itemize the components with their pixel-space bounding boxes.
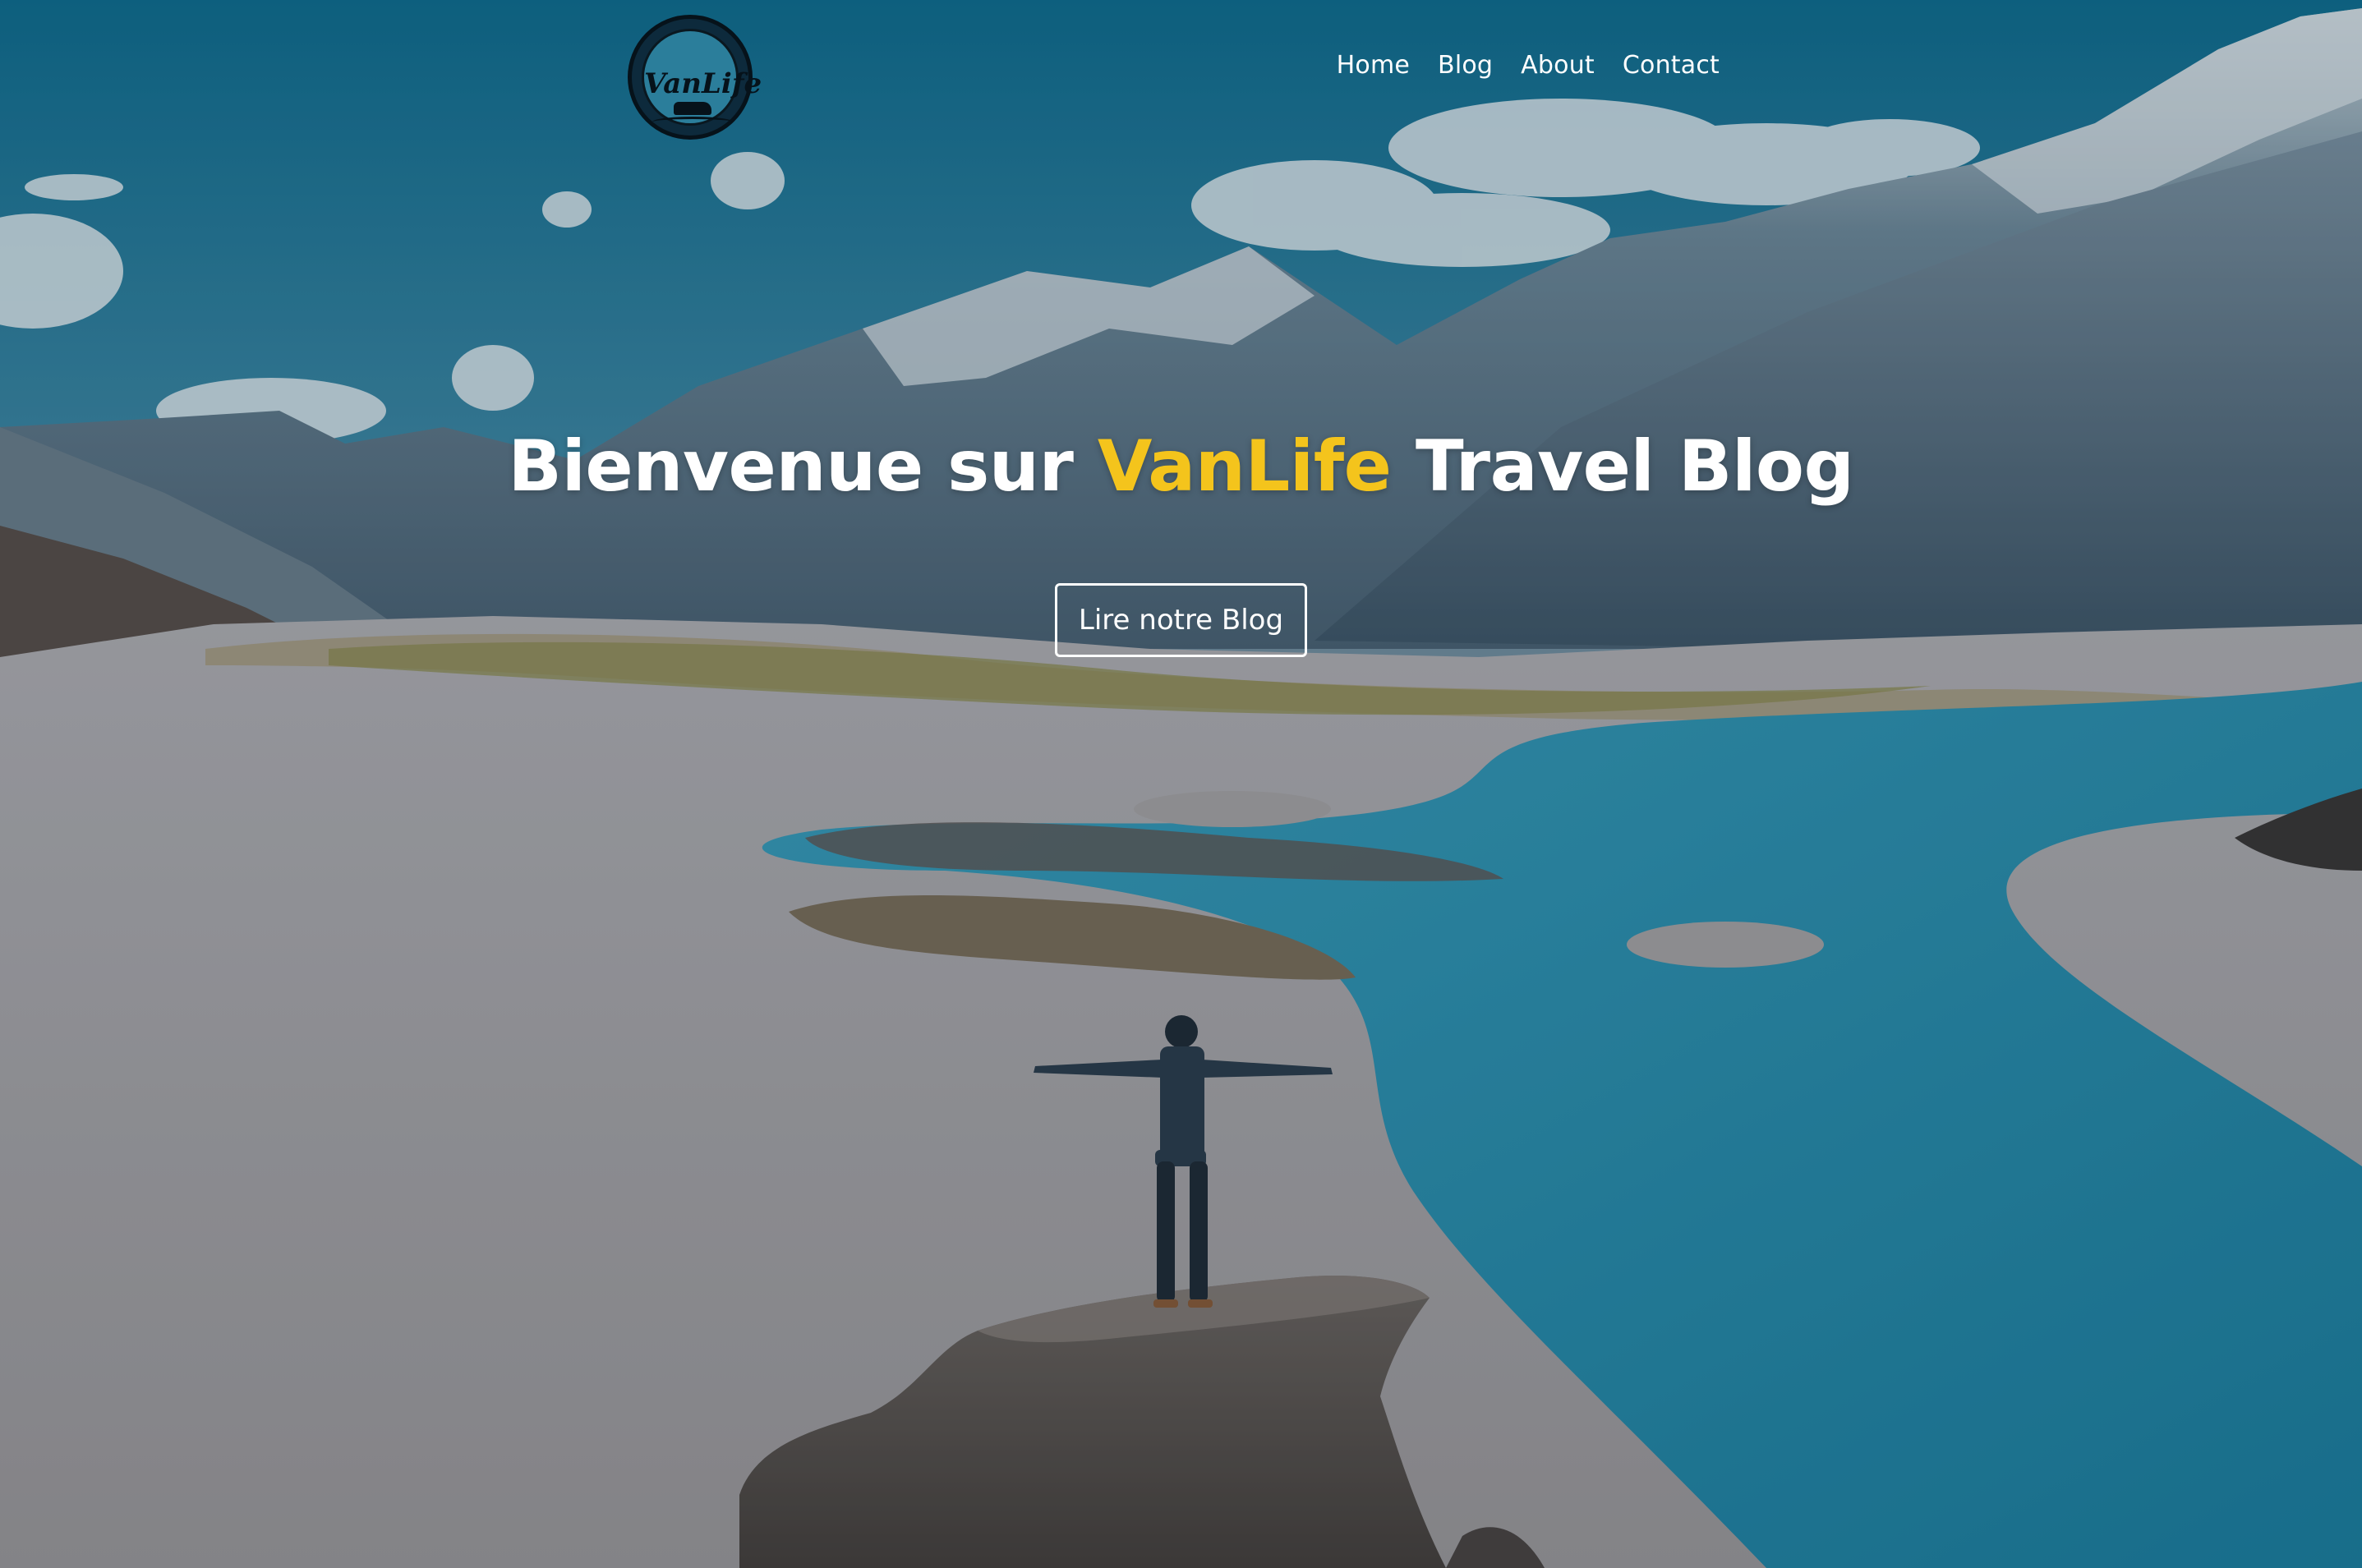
wave-icon: [652, 117, 733, 127]
hero-overlay: [0, 0, 2362, 1568]
nav-contact-link[interactable]: Contact: [1623, 51, 1720, 80]
logo-wordmark: VanLife: [644, 67, 762, 100]
headline-suffix: Travel Blog: [1391, 425, 1854, 508]
logo-badge: VanLife: [642, 29, 762, 127]
top-navbar: VanLife Home Blog About Contact: [0, 0, 2362, 148]
cta-container: Lire notre Blog: [0, 583, 2362, 657]
vanlife-logo[interactable]: VanLife: [628, 15, 762, 140]
nav-home-link[interactable]: Home: [1337, 51, 1410, 80]
van-icon: [674, 102, 711, 115]
hero-headline: Bienvenue sur VanLife Travel Blog: [0, 425, 2362, 508]
nav-blog-link[interactable]: Blog: [1438, 51, 1493, 80]
read-blog-button[interactable]: Lire notre Blog: [1054, 583, 1308, 657]
nav-links: Home Blog About Contact: [1337, 51, 1720, 80]
headline-prefix: Bienvenue sur: [508, 425, 1098, 508]
nav-about-link[interactable]: About: [1521, 51, 1595, 80]
headline-accent: VanLife: [1097, 425, 1392, 508]
hero-section: VanLife Home Blog About Contact Bienvenu…: [0, 0, 2362, 1568]
